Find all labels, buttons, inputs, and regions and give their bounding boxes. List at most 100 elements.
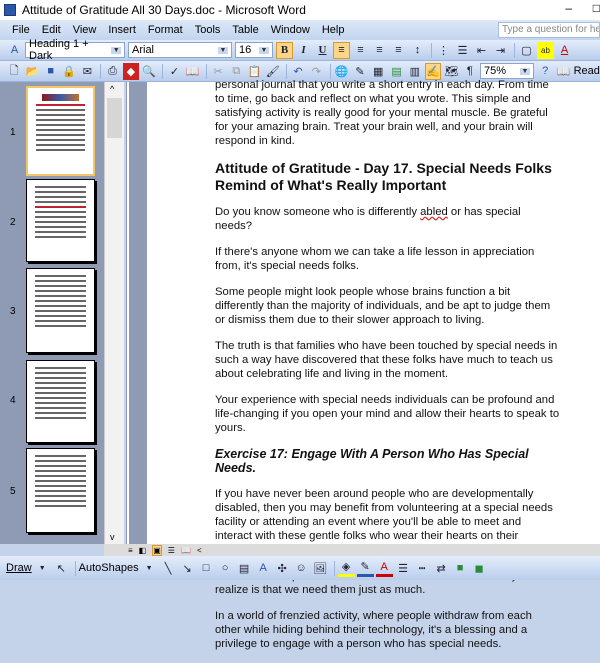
align-center-icon[interactable]: ≡ [352,42,369,59]
minimize-button[interactable]: – [565,1,572,15]
undo-icon[interactable]: ↶ [290,63,306,80]
show-formatting-icon[interactable]: ¶ [462,63,478,80]
font-color-icon[interactable]: A [375,560,393,577]
decrease-indent-icon[interactable]: ⇤ [473,42,490,59]
numbering-icon[interactable]: ⋮ [435,42,452,59]
line-color-icon[interactable]: ✎ [356,560,374,577]
menu-file[interactable]: File [12,24,30,36]
3d-style-icon[interactable]: ◼ [471,560,488,577]
menu-format[interactable]: Format [148,24,183,36]
menu-table[interactable]: Table [232,24,258,36]
chevron-down-icon: ▼ [145,564,153,572]
scroll-left-icon[interactable]: < [197,546,202,555]
help-icon[interactable]: ? [537,63,553,80]
open-icon[interactable]: 📂 [24,63,40,80]
fill-color-icon[interactable]: ◈ [337,560,355,577]
document-map-icon[interactable]: 🗺 [443,63,459,80]
zoom-value: 75% [483,65,506,77]
clip-art-icon[interactable]: ☺ [293,560,310,577]
web-layout-icon[interactable]: ◧ [139,546,147,555]
normal-view-icon[interactable]: ≡ [128,546,133,555]
page-thumbnail-3[interactable] [26,268,95,353]
line-spacing-icon[interactable]: ↕ [409,42,426,59]
redo-icon[interactable]: ↷ [308,63,324,80]
font-select[interactable]: Arial ▼ [128,42,232,58]
menu-tools[interactable]: Tools [195,24,221,36]
email-icon[interactable]: ✉ [79,63,95,80]
text-box-icon[interactable]: ▤ [236,560,253,577]
misspelled-word[interactable]: abled [420,206,448,218]
increase-indent-icon[interactable]: ⇥ [492,42,509,59]
insert-table-icon[interactable]: ▦ [370,63,386,80]
font-color-icon[interactable]: A [556,42,573,59]
highlight-icon[interactable]: ab [537,41,554,59]
research-icon[interactable]: 📖 [185,63,201,80]
tables-borders-icon[interactable]: ✎ [352,63,368,80]
align-right-icon[interactable]: ≡ [371,42,388,59]
document-area[interactable]: personal journal that you write a short … [126,79,600,650]
pdf-icon[interactable]: ◆ [122,62,140,80]
dash-style-icon[interactable]: ┅ [414,560,431,577]
print-layout-icon[interactable]: ▣ [152,544,162,556]
page-thumbnail-5[interactable] [26,448,95,533]
menu-help[interactable]: Help [322,24,345,36]
underline-button[interactable]: U [314,42,331,59]
scroll-down-icon[interactable]: v [110,532,115,542]
format-painter-icon[interactable]: 🖌 [265,63,281,80]
style-select[interactable]: Heading 1 + Dark ▼ [25,38,125,62]
drawing-icon[interactable]: ✍ [425,62,442,80]
bold-button[interactable]: B [276,41,293,59]
paste-icon[interactable]: 📋 [246,63,262,80]
menu-window[interactable]: Window [271,24,310,36]
align-left-icon[interactable]: ≡ [333,41,350,59]
font-size-select[interactable]: 16 ▼ [235,42,273,58]
shadow-icon[interactable]: ■ [452,560,469,577]
maximize-button[interactable]: □ [593,1,600,15]
menu-view[interactable]: View [73,24,97,36]
outline-view-icon[interactable]: ☰ [168,546,175,555]
arrow-style-icon[interactable]: ⇄ [433,560,450,577]
menu-insert[interactable]: Insert [108,24,136,36]
copy-icon[interactable]: ⧉ [228,63,244,80]
new-document-icon[interactable]: 🗋 [6,63,22,80]
menu-edit[interactable]: Edit [42,24,61,36]
save-icon[interactable]: ■ [43,63,59,80]
styles-icon[interactable]: A [6,42,23,59]
page-thumbnail-1[interactable] [26,86,95,176]
diagram-icon[interactable]: ✣ [274,560,291,577]
line-icon[interactable]: ╲ [160,560,177,577]
italic-button[interactable]: I [295,42,312,59]
zoom-select[interactable]: 75% ▼ [479,63,534,79]
autoshapes-menu[interactable]: AutoShapes [79,562,139,574]
scroll-up-icon[interactable]: ^ [110,84,114,94]
page-thumbnail-2[interactable] [26,179,95,262]
wordart-icon[interactable]: A [255,560,272,577]
select-objects-icon[interactable]: ↖ [53,560,70,577]
line-style-icon[interactable]: ☰ [395,560,412,577]
scroll-thumb[interactable] [107,98,122,138]
thumbnail-scrollbar[interactable]: ^ v [104,82,124,544]
separator [431,42,432,58]
picture-icon[interactable]: 🖼 [312,560,329,577]
rectangle-icon[interactable]: □ [198,560,215,577]
hyperlink-icon[interactable]: 🌐 [334,63,350,80]
print-preview-icon[interactable]: 🔍 [141,63,157,80]
insert-excel-icon[interactable]: ▤ [388,63,404,80]
read-button[interactable]: Read [574,65,600,77]
oval-icon[interactable]: ○ [217,560,234,577]
draw-menu[interactable]: Draw [6,562,32,574]
menu-bar: File Edit View Insert Format Tools Table… [0,20,600,40]
justify-icon[interactable]: ≡ [390,42,407,59]
arrow-icon[interactable]: ↘ [179,560,196,577]
cut-icon[interactable]: ✂ [210,63,226,80]
permission-icon[interactable]: 🔒 [61,63,77,80]
page-thumbnail-4[interactable] [26,360,95,443]
reading-layout-icon[interactable]: 📖 [181,546,191,555]
border-icon[interactable]: ▢ [518,42,535,59]
help-search-input[interactable]: Type a question for help [498,22,600,38]
spelling-icon[interactable]: ✓ [166,63,182,80]
read-mode-icon[interactable]: 📖 [555,63,571,80]
columns-icon[interactable]: ▥ [407,63,423,80]
print-icon[interactable]: ⎙ [104,63,120,80]
bullets-icon[interactable]: ☰ [454,42,471,59]
